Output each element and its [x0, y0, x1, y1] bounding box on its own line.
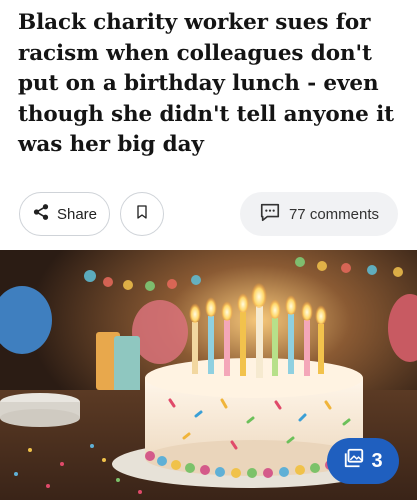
comments-count-label: 77 comments	[288, 205, 380, 223]
share-icon	[32, 203, 50, 225]
hero-image[interactable]: 3	[0, 250, 417, 500]
image-gallery-icon	[343, 447, 365, 475]
share-button[interactable]: Share	[19, 192, 110, 236]
comment-icon	[259, 201, 281, 227]
bookmark-button[interactable]	[120, 192, 164, 236]
gallery-count-badge[interactable]: 3	[327, 438, 399, 484]
gallery-count: 3	[371, 449, 383, 472]
share-label: Share	[56, 205, 98, 223]
bookmark-icon	[134, 204, 150, 224]
article-headline: Black charity worker sues for racism whe…	[18, 10, 394, 157]
comments-button[interactable]: 77 comments	[240, 192, 398, 236]
article-action-bar: Share 77 comments	[0, 192, 417, 238]
